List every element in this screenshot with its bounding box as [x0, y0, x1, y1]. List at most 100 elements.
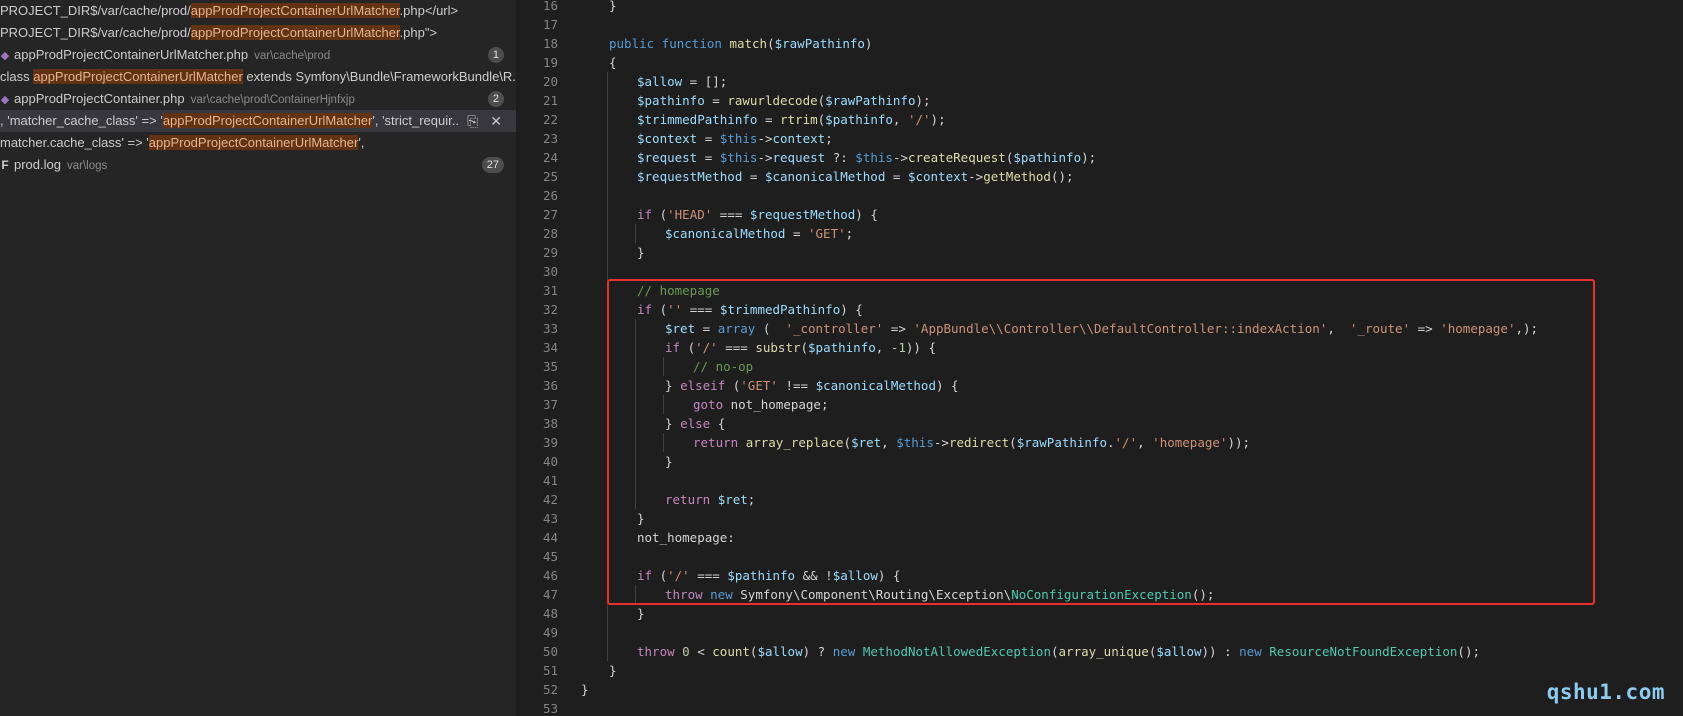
code-line[interactable]: 46 if ('/' === $pathinfo && !$allow) { — [516, 566, 901, 585]
code-line[interactable]: 16} — [516, 0, 617, 15]
php-file-icon: ◆ — [0, 94, 10, 106]
code-line[interactable]: 22 $trimmedPathinfo = rtrim($pathinfo, '/… — [516, 110, 946, 129]
code-line[interactable]: 23 $context = $this->context; — [516, 129, 833, 148]
code-line[interactable]: 39 return array_replace($ret, $this->redi… — [516, 433, 1250, 452]
line-number: 36 — [542, 378, 558, 393]
search-match-line[interactable]: PROJECT_DIR$/var/cache/prod/appProdProje… — [0, 22, 516, 44]
code-text: throw new Symfony\Component\Routing\Exce… — [665, 587, 1215, 602]
code-line[interactable]: 42 return $ret; — [516, 490, 755, 509]
search-match-line[interactable]: , 'matcher_cache_class' => 'appProdProje… — [0, 110, 516, 132]
php-file-icon: ◆ — [0, 50, 10, 62]
code-line[interactable]: 52} — [516, 680, 589, 699]
code-line[interactable]: 37 goto not_homepage; — [516, 395, 829, 414]
file-path: var\cache\prod — [254, 50, 331, 62]
code-line[interactable]: 49 — [516, 623, 558, 642]
search-match-line[interactable]: PROJECT_DIR$/var/cache/prod/appProdProje… — [0, 0, 516, 22]
code-text: if ('' === $trimmedPathinfo) { — [637, 302, 863, 317]
line-number: 53 — [542, 701, 558, 716]
code-text: $context = $this->context; — [637, 131, 833, 146]
code-text: if ('HEAD' === $requestMethod) { — [637, 207, 878, 222]
code-line[interactable]: 48} — [516, 604, 645, 623]
search-file-result[interactable]: Fprod.log var\logs 27 — [0, 154, 516, 176]
code-text: } — [637, 606, 645, 621]
code-line[interactable]: 53 — [516, 699, 558, 716]
search-file-result[interactable]: ◆ appProdProjectContainer.php var\cache\pr… — [0, 88, 516, 110]
code-text: // homepage — [637, 283, 720, 298]
code-line[interactable]: 27 if ('HEAD' === $requestMethod) { — [516, 205, 878, 224]
match-text: class — [0, 69, 34, 84]
code-text: $request = $this->request ?: $this->crea… — [637, 150, 1097, 165]
replace-icon[interactable]: ⎘ — [467, 110, 478, 132]
match-highlight: appProdProjectContainerUrlMatcher — [33, 69, 243, 84]
code-line[interactable]: 51} — [516, 661, 617, 680]
code-editor[interactable]: 16} 17 18 public function match($rawPathinf… — [516, 0, 1683, 716]
code-line[interactable]: 32 if ('' === $trimmedPathinfo) { — [516, 300, 863, 319]
line-number: 42 — [542, 492, 558, 507]
line-number: 40 — [542, 454, 558, 469]
code-line[interactable]: 38} else { — [516, 414, 725, 433]
line-number: 29 — [542, 245, 558, 260]
search-match-line[interactable]: matcher.cache_class' => 'appProdProjectC… — [0, 132, 516, 154]
code-line[interactable]: 20 $allow = []; — [516, 72, 727, 91]
code-line[interactable]: 24 $request = $this->request ?: $this->cr… — [516, 148, 1096, 167]
code-line[interactable]: 33 $ret = array ( '_controller' => 'AppBu… — [516, 319, 1538, 338]
search-match-line[interactable]: class appProdProjectContainerUrlMatcher … — [0, 66, 516, 88]
code-text: if ('/' === $pathinfo && !$allow) { — [637, 568, 901, 583]
code-text: // no-op — [693, 359, 754, 374]
code-text: $requestMethod = $canonicalMethod = $con… — [637, 169, 1074, 184]
line-number: 43 — [542, 511, 558, 526]
line-number: 32 — [542, 302, 558, 317]
code-line[interactable]: 31 // homepage — [516, 281, 720, 300]
line-number: 35 — [542, 359, 558, 374]
code-line[interactable]: 36 } elseif ('GET' !== $canonicalMethod) … — [516, 376, 959, 395]
line-number: 21 — [542, 93, 558, 108]
indent-guide — [635, 224, 636, 243]
line-number: 52 — [542, 682, 558, 697]
match-highlight: appProdProjectContainerUrlMatcher — [162, 113, 373, 128]
match-text: PROJECT_DIR$/var/cache/prod/ — [0, 25, 191, 40]
code-text: $allow = []; — [637, 74, 728, 89]
code-text: } elseif ('GET' !== $canonicalMethod) { — [665, 378, 959, 393]
code-line[interactable]: 28 $canonicalMethod = 'GET'; — [516, 224, 853, 243]
code-line[interactable]: 35 // no-op — [516, 357, 753, 376]
line-number: 34 — [542, 340, 558, 355]
code-line[interactable]: 25 $requestMethod = $canonicalMethod = $c… — [516, 167, 1074, 186]
indent-guide — [663, 433, 664, 452]
code-line[interactable]: 50 throw 0 < count($allow) ? new MethodNo… — [516, 642, 1480, 661]
code-line[interactable]: 41 — [516, 471, 558, 490]
search-file-result[interactable]: ◆ appProdProjectContainerUrlMatcher.php va… — [0, 44, 516, 66]
line-number: 18 — [542, 36, 558, 51]
line-number: 24 — [542, 150, 558, 165]
code-line[interactable]: 26 — [516, 186, 558, 205]
line-number: 49 — [542, 625, 558, 640]
code-text: } — [609, 0, 617, 13]
code-line[interactable]: 30 — [516, 262, 558, 281]
match-text: ', — [358, 135, 365, 150]
close-icon[interactable]: ✕ — [490, 110, 502, 132]
search-results-panel[interactable]: PROJECT_DIR$/var/cache/prod/appProdProje… — [0, 0, 516, 716]
match-text: .php</url> — [399, 3, 459, 18]
code-line[interactable]: 47 throw new Symfony\Component\Routing\Ex… — [516, 585, 1214, 604]
match-highlight: appProdProjectContainerUrlMatcher — [190, 25, 400, 40]
log-file-icon: F — [1, 158, 9, 172]
match-count-badge: 2 — [487, 91, 504, 107]
code-line[interactable]: 17 — [516, 15, 558, 34]
code-line[interactable]: 43} — [516, 509, 645, 528]
match-text: ', 'strict_requir... — [372, 113, 463, 128]
line-number: 25 — [542, 169, 558, 184]
code-line[interactable]: 34 if ('/' === substr($pathinfo, -1)) { — [516, 338, 936, 357]
line-number: 30 — [542, 264, 558, 279]
indent-guide — [635, 585, 636, 604]
line-number: 31 — [542, 283, 558, 298]
code-line[interactable]: 45 — [516, 547, 558, 566]
line-number: 17 — [542, 17, 558, 32]
match-highlight: appProdProjectContainerUrlMatcher — [148, 135, 359, 150]
code-line[interactable]: 19 { — [516, 53, 617, 72]
code-line[interactable]: 29} — [516, 243, 645, 262]
indent-guide — [607, 72, 608, 661]
code-line[interactable]: 21 $pathinfo = rawurldecode($rawPathinfo)… — [516, 91, 931, 110]
code-line[interactable]: 44 not_homepage: — [516, 528, 735, 547]
code-line[interactable]: 18 public function match($rawPathinfo) — [516, 34, 873, 53]
line-number: 16 — [542, 0, 558, 13]
code-line[interactable]: 40} — [516, 452, 673, 471]
